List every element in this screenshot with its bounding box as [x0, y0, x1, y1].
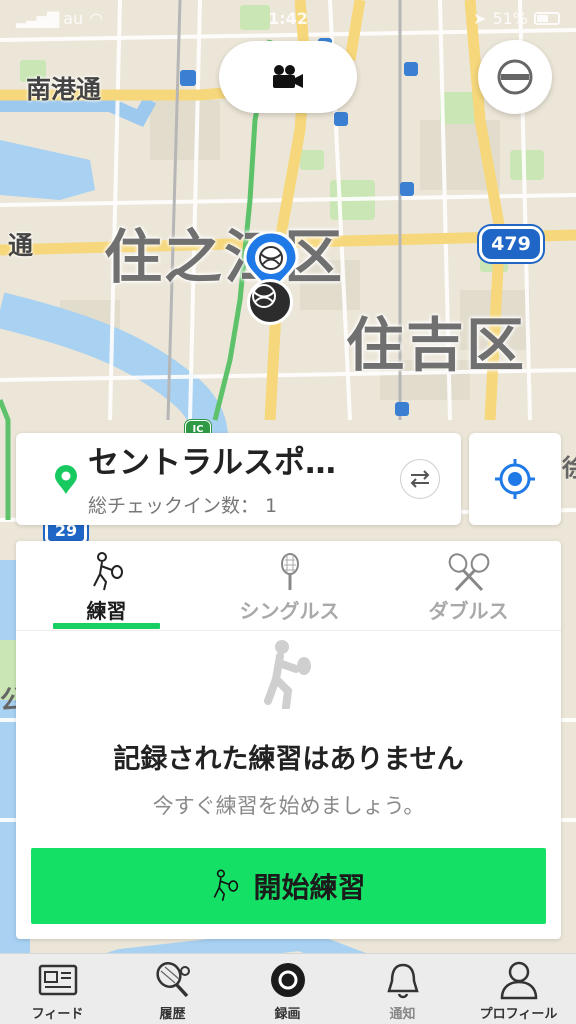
location-card[interactable]: セントラルスポ… 総チェックイン数： 1	[16, 433, 461, 525]
tab-history[interactable]: 履歴	[115, 954, 230, 1024]
tab-notifications-label: 通知	[389, 1007, 416, 1022]
racket-icon	[280, 553, 299, 590]
tab-feed[interactable]: フィード	[0, 954, 115, 1024]
battery-percent: 51%	[492, 8, 528, 28]
video-mode-button[interactable]	[219, 41, 357, 113]
wifi-icon: ◠	[89, 8, 104, 28]
map-district-label-sumiyoshi: 住吉区	[346, 311, 527, 379]
tab-record-label: 録画	[274, 1007, 301, 1022]
bottom-tab-bar: フィード 履歴 録画 通知 プロフィール	[0, 953, 576, 1024]
start-practice-button[interactable]: 開始練習	[31, 848, 546, 924]
location-arrow-icon: ➤	[473, 8, 487, 28]
swap-location-button[interactable]	[400, 459, 440, 499]
bell-icon	[386, 963, 419, 999]
status-bar: ▂▃▅▇ au ◠ 1:42 ➤ 51%	[0, 0, 576, 36]
swap-arrows-icon	[410, 470, 430, 488]
tab-singles[interactable]: シングルス	[221, 541, 358, 631]
empty-practice-icon	[264, 640, 311, 709]
map-district-label-suminoe: 住之江区	[104, 223, 345, 291]
location-pin-icon	[55, 465, 77, 494]
location-name: セントラルスポ…	[88, 445, 336, 481]
minus-circle-icon	[497, 59, 533, 95]
practice-panel: 練習 シングルス ダブルス 記録された練習はありません 今すぐ練習を始めましょう…	[16, 541, 561, 939]
route-shield-479: 479	[479, 226, 543, 262]
empty-state-title: 記録された練習はありません	[113, 744, 464, 775]
record-icon	[270, 963, 305, 997]
tennis-ball-icon	[252, 284, 276, 308]
court-marker[interactable]	[247, 279, 293, 325]
battery-icon	[534, 11, 560, 25]
tab-profile[interactable]: プロフィール	[461, 954, 576, 1024]
tab-practice[interactable]: 練習	[38, 541, 175, 631]
racket-ball-icon	[155, 962, 190, 998]
tab-profile-label: プロフィール	[479, 1007, 558, 1022]
empty-state-subtitle: 今すぐ練習を始めましょう。	[152, 794, 425, 818]
locate-me-button[interactable]	[469, 433, 561, 525]
checkin-count: 総チェックイン数： 1	[88, 495, 278, 517]
video-camera-icon	[273, 65, 303, 88]
player-swing-icon	[214, 869, 239, 902]
tab-record[interactable]: 録画	[230, 954, 345, 1024]
profile-icon	[500, 961, 537, 1000]
practice-tabs: 練習 シングルス ダブルス	[16, 541, 561, 631]
tab-practice-label: 練習	[86, 599, 127, 623]
map-street-label-nankodori: 南港通	[26, 75, 102, 104]
active-tab-indicator	[53, 623, 160, 629]
tab-notifications[interactable]: 通知	[345, 954, 460, 1024]
tab-history-label: 履歴	[159, 1007, 186, 1022]
start-practice-label: 開始練習	[253, 871, 366, 904]
tab-feed-label: フィード	[31, 1007, 84, 1022]
carrier-label: au	[63, 8, 84, 28]
signal-icon: ▂▃▅▇	[16, 8, 59, 28]
tab-singles-label: シングルス	[239, 599, 340, 623]
player-swing-icon	[92, 552, 123, 591]
map-partial-label-right: 徐	[562, 454, 576, 482]
map-street-label-dori: 通	[8, 231, 34, 260]
mode-toggle-button[interactable]	[478, 40, 552, 114]
feed-icon	[38, 964, 77, 996]
tab-doubles-label: ダブルス	[428, 599, 509, 623]
crossed-rackets-icon	[448, 553, 489, 592]
tab-doubles[interactable]: ダブルス	[400, 541, 537, 631]
crosshair-locate-icon	[495, 459, 535, 499]
